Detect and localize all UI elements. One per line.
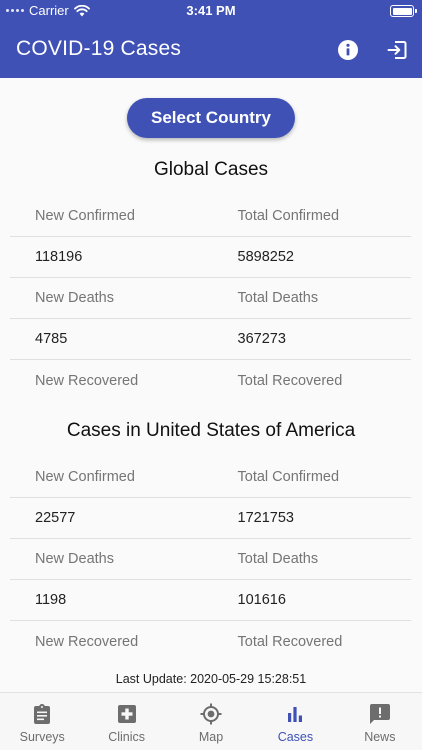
table-row: 4785 367273 [10,319,411,360]
announcement-icon [369,704,390,724]
cell-total-deaths-label: Total Deaths [237,551,319,567]
clipboard-icon [34,704,51,724]
tab-surveys[interactable]: Surveys [0,693,84,750]
tab-label: News [364,730,396,744]
page-title: COVID-19 Cases [16,37,182,60]
country-cases-title: Cases in United States of America [66,420,356,441]
table-row: New Deaths Total Deaths [10,278,411,319]
table-row: New Recovered Total Recovered [10,621,411,662]
table-row: New Recovered Total Recovered [10,360,411,401]
last-update-text: Last Update: 2020-05-29 15:28:51 [115,672,307,686]
cases-content: Select Country Global Cases New Confirme… [0,78,422,692]
cell-new-recovered-label: New Recovered [35,633,139,650]
cell-new-confirmed-label: New Confirmed [35,469,135,485]
status-time: 3:41 PM [186,3,236,18]
bar-chart-icon [288,707,303,722]
battery-icon [390,5,417,17]
tab-news[interactable]: News [338,693,422,750]
logout-button[interactable] [383,36,411,64]
tab-label: Clinics [108,730,146,744]
table-row: 118196 5898252 [10,237,411,278]
tab-clinics[interactable]: Clinics [84,693,168,750]
tab-map[interactable]: Map [169,693,253,750]
table-row: New Confirmed Total Confirmed [10,196,411,237]
tab-label: Map [198,730,224,744]
table-row: New Confirmed Total Confirmed [10,457,411,498]
tab-cases[interactable]: Cases [253,693,337,750]
cell-new-deaths-value: 4785 [35,331,68,347]
cell-total-recovered-label: Total Recovered [237,372,343,389]
table-row: New Deaths Total Deaths [10,539,411,580]
cell-total-deaths-value: 367273 [237,331,286,347]
global-cases-title: Global Cases [153,159,269,180]
app-header: Carrier 3:41 PM COVID-19 Cases [0,0,422,78]
cell-new-recovered-label: New Recovered [35,372,139,389]
medical-cross-icon [117,705,136,723]
cell-total-confirmed-value: 1721753 [237,510,294,526]
cell-total-confirmed-label: Total Confirmed [237,208,340,224]
cell-new-deaths-value: 1198 [35,592,67,608]
cell-total-confirmed-label: Total Confirmed [237,469,340,485]
info-icon [338,40,358,60]
status-bar: Carrier 3:41 PM [0,0,422,22]
country-cases-table: New Confirmed Total Confirmed 22577 1721… [10,457,411,662]
tab-label: Cases [277,730,314,744]
cell-new-confirmed-label: New Confirmed [35,208,135,224]
cell-total-recovered-label: Total Recovered [237,633,343,650]
cell-total-deaths-value: 101616 [237,592,286,608]
info-button[interactable] [334,36,362,64]
table-row: 22577 1721753 [10,498,411,539]
cell-new-confirmed-value: 118196 [35,249,83,265]
app-bar: COVID-19 Cases [0,22,422,78]
location-target-icon [200,703,222,725]
cell-new-deaths-label: New Deaths [35,290,114,306]
exit-icon [387,41,407,59]
table-row: 1198 101616 [10,580,411,621]
cell-total-confirmed-value: 5898252 [237,249,294,265]
cell-new-confirmed-value: 22577 [35,510,76,526]
bottom-tab-bar: Surveys Clinics Map Cases News [0,692,422,750]
cell-new-deaths-label: New Deaths [35,551,114,567]
global-cases-table: New Confirmed Total Confirmed 118196 589… [10,196,411,401]
tab-label: Surveys [19,730,65,744]
select-country-button[interactable]: Select Country [127,98,295,138]
cell-total-deaths-label: Total Deaths [237,290,319,306]
